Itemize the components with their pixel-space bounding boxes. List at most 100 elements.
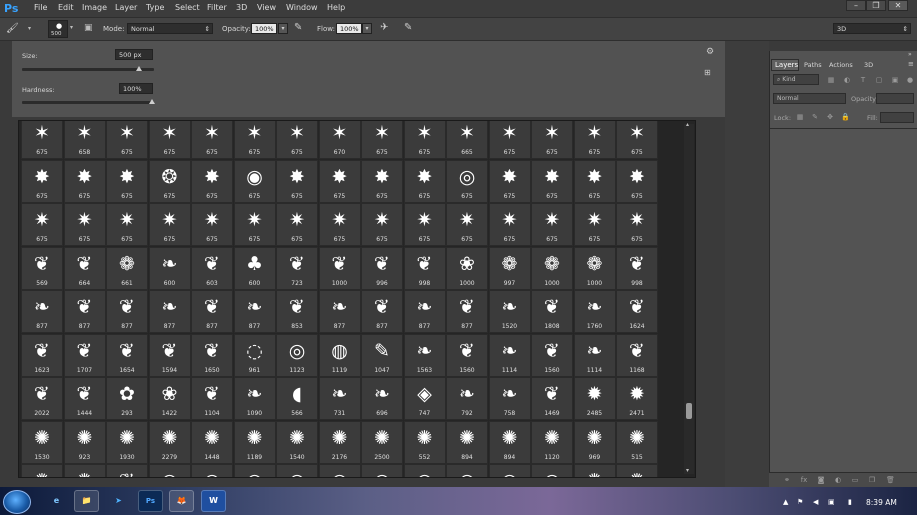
pressure-opacity-icon[interactable]: ✎ [294, 22, 302, 33]
brush-preset-cell[interactable]: ❧ 1090 [233, 377, 276, 420]
brush-preset-cell[interactable]: ✷ 675 [63, 203, 106, 246]
brush-preset-cell[interactable]: ◎1086 [148, 464, 191, 477]
hardness-input[interactable]: 100% [119, 83, 153, 94]
layer-opacity-input[interactable] [876, 93, 914, 104]
trash-icon[interactable]: 🗑 [886, 476, 895, 484]
menu-window[interactable]: Window [286, 3, 318, 12]
brush-preset-cell[interactable]: ✷ 675 [148, 203, 191, 246]
brush-panel-toggle-icon[interactable]: ▣ [84, 23, 93, 33]
brush-preset-cell[interactable]: ❦ 877 [106, 290, 148, 333]
brush-preset-cell[interactable]: ✺ 552 [403, 420, 446, 464]
brush-preset-cell[interactable]: ✺ 2500 [361, 420, 403, 464]
fill-input[interactable] [880, 112, 914, 123]
brush-preset-cell[interactable]: ❀ 1000 [446, 246, 488, 290]
brush-preset-cell[interactable]: ❁ 1000 [531, 246, 573, 290]
flag-icon[interactable]: ⚑ [797, 498, 803, 506]
brush-preset-cell[interactable]: ✺ 1448 [191, 420, 233, 464]
close-button[interactable]: ✕ [888, 0, 908, 11]
brush-preset-cell[interactable]: ❧ 792 [446, 377, 488, 420]
opacity-dropdown-button[interactable]: ▾ [278, 23, 288, 34]
brush-preset-picker[interactable]: ● 500 [48, 20, 68, 38]
brush-preset-cell[interactable]: ✷ 675 [318, 203, 361, 246]
brush-preset-cell[interactable]: ✺513 [21, 464, 63, 477]
brush-preset-cell[interactable]: ✺ 1189 [233, 420, 276, 464]
brush-preset-cell[interactable]: ❦ 1000 [318, 246, 361, 290]
menu-help[interactable]: Help [327, 3, 345, 12]
brush-preset-cell[interactable]: ❦ 1168 [616, 333, 658, 377]
telegram-icon[interactable]: ➤ [106, 490, 131, 512]
scroll-down-icon[interactable]: ▾ [686, 467, 689, 474]
mode-select[interactable]: Normal ⇕ [127, 23, 213, 34]
brush-grid-scrollbar[interactable] [684, 124, 694, 474]
brush-preset-cell[interactable]: ✶ 665 [446, 121, 488, 159]
brush-preset-cell[interactable]: ✸ 675 [573, 159, 616, 203]
brush-preset-cell[interactable]: ✺ 923 [63, 420, 106, 464]
start-button[interactable] [3, 490, 31, 514]
hardness-slider-handle[interactable] [149, 99, 155, 104]
brush-preset-cell[interactable]: ✺ 1530 [21, 420, 63, 464]
brush-preset-cell[interactable]: ✺ 894 [446, 420, 488, 464]
brush-preset-cell[interactable]: ❁ 1000 [573, 246, 616, 290]
tab-paths[interactable]: Paths [804, 61, 822, 69]
brush-preset-cell[interactable]: ✷ 675 [233, 203, 276, 246]
brush-preset-cell[interactable]: ❦ 1654 [106, 333, 148, 377]
menu-edit[interactable]: Edit [58, 3, 74, 12]
brush-preset-cell[interactable]: ✿ 293 [106, 377, 148, 420]
brush-preset-cell[interactable]: ❦ 1469 [531, 377, 573, 420]
brush-preset-cell[interactable]: ✶ 675 [616, 121, 658, 159]
brush-preset-cell[interactable]: ✺597 [616, 464, 658, 477]
hardness-slider[interactable] [22, 101, 154, 104]
tab-3d[interactable]: 3D [864, 61, 873, 69]
tab-layers[interactable]: Layers [771, 59, 799, 71]
size-input[interactable]: 500 px [115, 49, 153, 60]
pressure-size-icon[interactable]: ✎ [404, 22, 412, 33]
brush-preset-cell[interactable]: ❦ 998 [403, 246, 446, 290]
menu-filter[interactable]: Filter [207, 3, 227, 12]
brush-preset-cell[interactable]: ❧ 877 [318, 290, 361, 333]
brush-preset-cell[interactable]: ◍ 1119 [318, 333, 361, 377]
brush-preset-cell[interactable]: ❦ 1594 [148, 333, 191, 377]
brush-preset-cell[interactable]: ✶ 675 [488, 121, 531, 159]
chevron-down-icon[interactable]: ▾ [70, 24, 73, 31]
menu-image[interactable]: Image [82, 3, 107, 12]
brush-preset-cell[interactable]: ✷ 675 [276, 203, 318, 246]
brush-preset-cell[interactable]: ✷ 675 [361, 203, 403, 246]
brush-preset-cell[interactable]: ✷ 675 [616, 203, 658, 246]
brush-tool-icon[interactable]: 🖌 [6, 23, 19, 34]
brush-preset-cell[interactable]: ❁ 997 [488, 246, 531, 290]
brush-preset-cell[interactable]: ❦ 723 [276, 246, 318, 290]
volume-icon[interactable]: ◀ [813, 498, 818, 506]
brush-preset-cell[interactable]: ❧ 877 [21, 290, 63, 333]
collapse-icon[interactable]: » [908, 51, 912, 58]
brush-preset-cell[interactable]: ❦ 2022 [21, 377, 63, 420]
brush-preset-cell[interactable]: ✶ 675 [531, 121, 573, 159]
brush-preset-cell[interactable]: ✶ 675 [233, 121, 276, 159]
brush-preset-cell[interactable]: ✶ 658 [63, 121, 106, 159]
brush-preset-cell[interactable]: ✶ 675 [106, 121, 148, 159]
brush-preset-cell[interactable]: ❦ 1560 [446, 333, 488, 377]
brush-preset-cell[interactable]: ❦310 [106, 464, 148, 477]
brush-preset-cell[interactable]: ❦ 853 [276, 290, 318, 333]
lock-transparent-icon[interactable]: ▦ [796, 113, 804, 121]
opacity-input[interactable]: 100% [251, 23, 277, 34]
menu-file[interactable]: File [34, 3, 47, 12]
brush-preset-cell[interactable]: ❧ 758 [488, 377, 531, 420]
brush-preset-cell[interactable]: ❧ 1760 [573, 290, 616, 333]
tab-actions[interactable]: Actions [829, 61, 853, 69]
menu-3d[interactable]: 3D [236, 3, 247, 12]
menu-type[interactable]: Type [146, 3, 164, 12]
brush-preset-cell[interactable]: ✺373 [573, 464, 616, 477]
brush-preset-cell[interactable]: ❧ 696 [361, 377, 403, 420]
scroll-up-icon[interactable]: ▴ [686, 121, 689, 128]
chevron-down-icon[interactable]: ▾ [28, 25, 31, 32]
usb-icon[interactable]: ▣ [828, 498, 835, 506]
brush-preset-cell[interactable]: ❁ 661 [106, 246, 148, 290]
brush-preset-cell[interactable]: ✶ 675 [191, 121, 233, 159]
menu-view[interactable]: View [257, 3, 276, 12]
brush-preset-cell[interactable]: ✸ 675 [318, 159, 361, 203]
taskbar-clock[interactable]: 8:39 AM [866, 498, 897, 507]
brush-preset-cell[interactable]: ✸ 675 [531, 159, 573, 203]
brush-preset-cell[interactable]: ✶ 670 [318, 121, 361, 159]
brush-preset-cell[interactable]: ◌ 961 [233, 333, 276, 377]
brush-preset-cell[interactable]: ◎1086 [318, 464, 361, 477]
